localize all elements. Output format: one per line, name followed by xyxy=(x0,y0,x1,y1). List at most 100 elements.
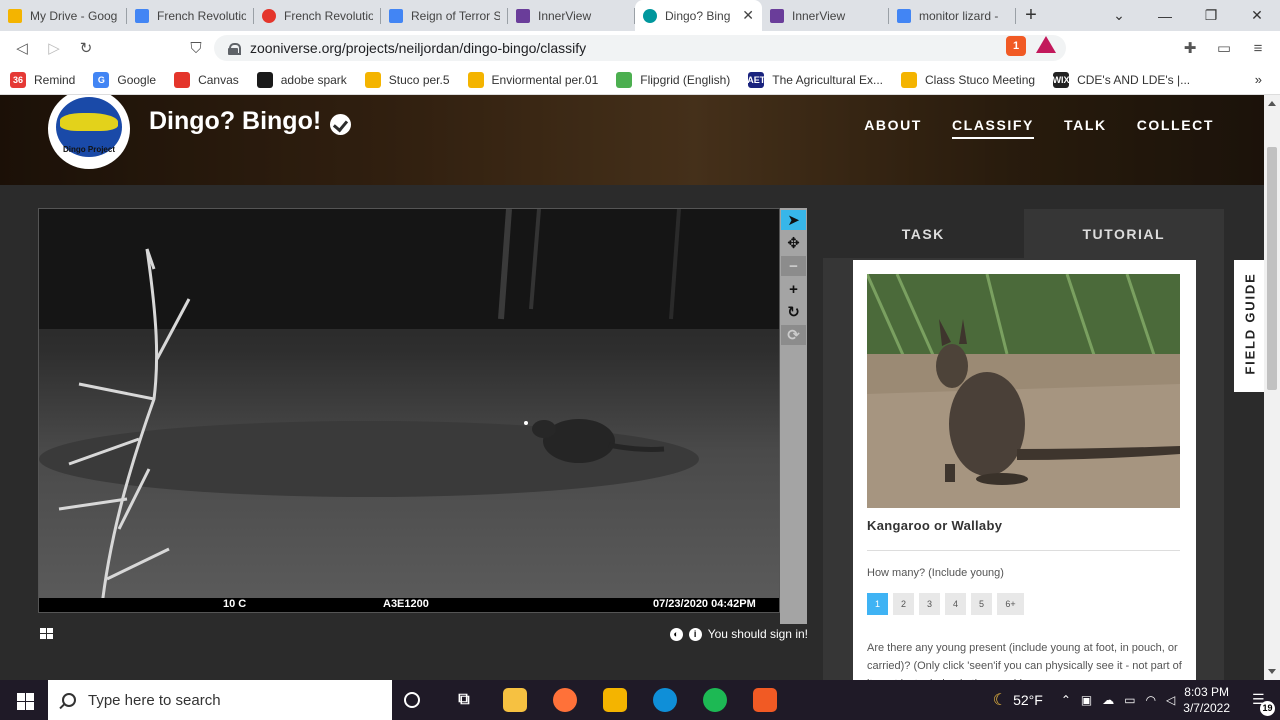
volume-icon[interactable]: ◁ xyxy=(1166,693,1175,707)
bookmark-item[interactable]: WIX CDE's AND LDE's |... xyxy=(1053,71,1191,88)
cortana-icon[interactable] xyxy=(404,692,420,708)
divider xyxy=(867,550,1180,551)
file-explorer-icon[interactable] xyxy=(503,688,527,712)
count-button[interactable]: 3 xyxy=(919,593,940,615)
new-tab-button[interactable]: + xyxy=(1016,0,1046,31)
onedrive-icon[interactable]: ☁ xyxy=(1102,693,1114,707)
windows-taskbar: Type here to search ⧉ ☾ 52°F ⌃ ▣ ☁ ▭ ◠ ◁… xyxy=(0,680,1280,720)
moon-weather-icon[interactable]: ☾ xyxy=(993,690,1007,710)
count-button[interactable]: 1 xyxy=(867,593,888,615)
browser-tab[interactable]: Dingo? Bing ✕ xyxy=(635,0,762,31)
count-button[interactable]: 6+ xyxy=(997,593,1024,615)
tab-list: My Drive - Goog French Revolutio French Re… xyxy=(0,0,1016,31)
logo-text: Dingo Project xyxy=(62,145,115,154)
restore-icon[interactable]: ❐ xyxy=(1188,0,1234,31)
bookmark-item[interactable]: 36 Remind xyxy=(10,71,75,88)
meet-now-icon[interactable]: ▣ xyxy=(1081,693,1092,707)
close-window-icon[interactable]: ✕ xyxy=(1234,0,1280,31)
brave-browser-icon[interactable] xyxy=(753,688,777,712)
extensions-icon[interactable]: ✚ xyxy=(1174,32,1206,64)
zoom-in-icon[interactable]: + xyxy=(781,279,806,299)
subject-image[interactable]: 10 C A3E1200 07/23/2020 04:42PM xyxy=(38,208,780,613)
sign-in-text[interactable]: You should sign in! xyxy=(708,627,808,641)
bookmark-item[interactable]: Stuco per.5 xyxy=(364,71,450,88)
tab-title: InnerView xyxy=(538,8,592,23)
browser-tab[interactable]: InnerView xyxy=(762,0,889,31)
count-button[interactable]: 2 xyxy=(893,593,914,615)
more-bookmarks-icon[interactable]: » xyxy=(1255,72,1262,87)
count-button[interactable]: 4 xyxy=(945,593,966,615)
pan-tool-icon[interactable]: ✥ xyxy=(781,233,806,253)
task-view-icon[interactable]: ⧉ xyxy=(452,688,476,712)
image-tools: ➤ ✥ − + ↻ ⟳ xyxy=(780,208,807,624)
bookmark-item[interactable]: Class Stuco Meeting xyxy=(901,71,1035,88)
bookmark-icon[interactable]: ⛉ xyxy=(180,32,212,64)
nav-classify[interactable]: CLASSIFY xyxy=(951,117,1034,139)
grid-view-icon[interactable] xyxy=(40,628,54,640)
bookmark-item[interactable]: G Google xyxy=(93,71,156,88)
tab-title: Reign of Terror S xyxy=(411,8,500,23)
lock-icon xyxy=(228,42,241,55)
count-button[interactable]: 5 xyxy=(971,593,992,615)
spotify-icon[interactable] xyxy=(703,688,727,712)
browser-toolbar: ◁ ▷ ↻ ⛉ zooniverse.org/projects/neiljord… xyxy=(0,31,1280,65)
brave-shields-icon[interactable]: 1 xyxy=(1006,36,1026,56)
scroll-up-icon[interactable] xyxy=(1268,101,1276,106)
bookmark-label: Enviormental per.01 xyxy=(491,72,599,87)
taskbar-search-box[interactable]: Type here to search xyxy=(48,680,392,720)
brave-rewards-icon[interactable] xyxy=(1036,36,1056,53)
minimize-icon[interactable]: — xyxy=(1142,0,1188,31)
rotate-icon[interactable]: ↻ xyxy=(781,302,806,322)
nav-talk[interactable]: TALK xyxy=(1064,117,1107,139)
wallet-icon[interactable]: ▭ xyxy=(1208,32,1240,64)
project-title[interactable]: Dingo? Bingo! xyxy=(149,107,321,136)
wifi-icon[interactable]: ◠ xyxy=(1146,693,1156,707)
google-icon: G xyxy=(93,71,110,88)
weather-temp[interactable]: 52°F xyxy=(1013,692,1043,708)
scroll-down-icon[interactable] xyxy=(1268,669,1276,674)
show-hidden-icons-icon[interactable]: ⌃ xyxy=(1061,693,1071,707)
reset-view-icon[interactable]: ⟳ xyxy=(781,325,806,345)
sign-in-prompt[interactable]: ◐ i You should sign in! xyxy=(669,627,808,641)
tab-task[interactable]: TASK xyxy=(823,209,1024,258)
battery-icon[interactable]: ▭ xyxy=(1124,693,1135,707)
menu-icon[interactable]: ≡ xyxy=(1242,32,1274,64)
nav-about[interactable]: ABOUT xyxy=(864,117,922,139)
address-bar[interactable]: zooniverse.org/projects/neiljordan/dingo… xyxy=(214,35,1066,61)
browser-tab[interactable]: monitor lizard - xyxy=(889,0,1016,31)
tab-title: monitor lizard - xyxy=(919,8,999,23)
contrast-icon[interactable]: ◐ xyxy=(669,627,683,641)
page-scrollbar[interactable] xyxy=(1264,95,1280,680)
browser-tab[interactable]: French Revolutio xyxy=(254,0,381,31)
info-icon[interactable]: i xyxy=(688,627,702,641)
camera-datetime: 07/23/2020 04:42PM xyxy=(653,598,756,610)
edge-icon[interactable] xyxy=(653,688,677,712)
reload-icon[interactable]: ↻ xyxy=(70,32,102,64)
nav-collect[interactable]: COLLECT xyxy=(1137,117,1214,139)
tab-search-icon[interactable]: ⌄ xyxy=(1096,0,1142,31)
clock[interactable]: 8:03 PM 3/7/2022 xyxy=(1183,684,1230,716)
scroll-thumb[interactable] xyxy=(1267,147,1277,390)
browser-tab[interactable]: French Revolutio xyxy=(127,0,254,31)
field-guide-button[interactable]: FIELD GUIDE xyxy=(1234,260,1264,392)
notification-center-icon[interactable]: ☰ 19 xyxy=(1244,680,1280,720)
zoom-out-icon[interactable]: − xyxy=(781,256,806,276)
bookmark-item[interactable]: Enviormental per.01 xyxy=(467,71,599,88)
bookmark-item[interactable]: adobe spark xyxy=(256,71,347,88)
forward-icon[interactable]: ▷ xyxy=(38,32,70,64)
close-tab-icon[interactable]: ✕ xyxy=(742,7,754,24)
bookmark-item[interactable]: Canvas xyxy=(174,71,239,88)
back-icon[interactable]: ◁ xyxy=(6,32,38,64)
browser-tab[interactable]: InnerView xyxy=(508,0,635,31)
bookmark-label: CDE's AND LDE's |... xyxy=(1077,72,1191,87)
bookmark-item[interactable]: Flipgrid (English) xyxy=(616,71,730,88)
young-present-question: Are there any young present (include you… xyxy=(867,642,1182,680)
windows-start-icon[interactable] xyxy=(0,680,48,720)
google-keep-icon[interactable] xyxy=(603,688,627,712)
browser-tab[interactable]: My Drive - Goog xyxy=(0,0,127,31)
tab-tutorial[interactable]: TUTORIAL xyxy=(1024,209,1225,258)
pointer-tool-icon[interactable]: ➤ xyxy=(781,210,806,230)
bookmark-item[interactable]: AET The Agricultural Ex... xyxy=(747,71,883,88)
firefox-icon[interactable] xyxy=(553,688,577,712)
browser-tab[interactable]: Reign of Terror S xyxy=(381,0,508,31)
